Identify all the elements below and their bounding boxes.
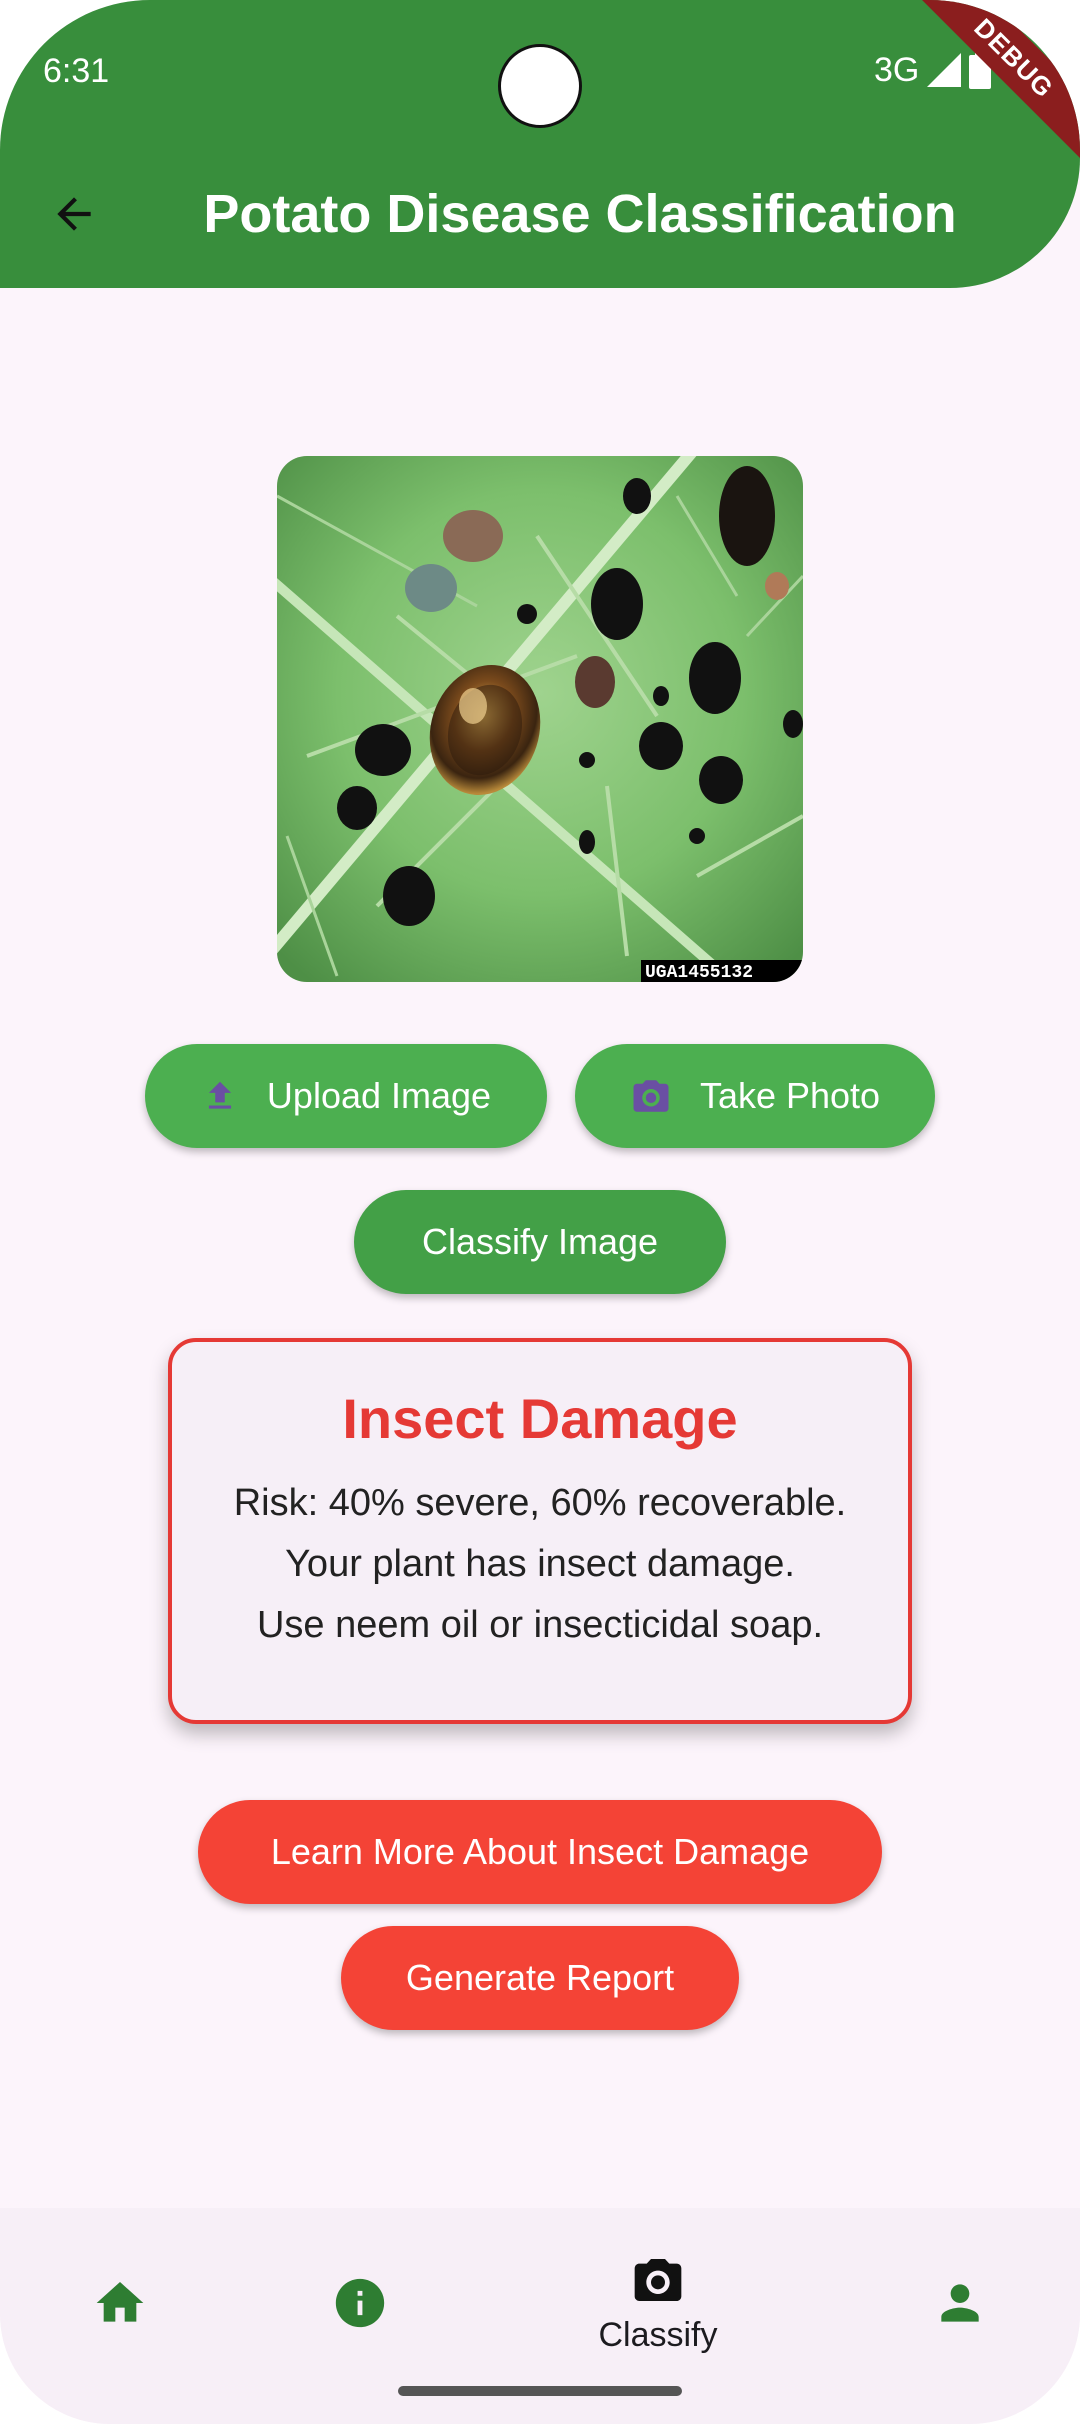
network-type: 3G bbox=[874, 50, 920, 89]
classify-image-button[interactable]: Classify Image bbox=[354, 1190, 726, 1294]
upload-image-button[interactable]: Upload Image bbox=[145, 1044, 547, 1148]
result-treatment: Use neem oil or insecticidal soap. bbox=[256, 1604, 824, 1646]
nav-classify-label: Classify bbox=[598, 2315, 718, 2354]
learn-more-label: Learn More About Insect Damage bbox=[270, 1831, 810, 1872]
nav-info[interactable] bbox=[260, 2208, 460, 2398]
gesture-navigation-bar[interactable] bbox=[398, 2386, 682, 2396]
person-icon bbox=[941, 2284, 979, 2322]
home-icon bbox=[96, 2282, 144, 2322]
result-title: Insect Damage bbox=[342, 1387, 738, 1450]
upload-label: Upload Image bbox=[266, 1075, 492, 1116]
page-title: Potato Disease Classification bbox=[203, 184, 957, 244]
nav-home[interactable] bbox=[20, 2208, 220, 2398]
camera-icon bbox=[634, 2258, 682, 2301]
camera-icon bbox=[633, 1080, 669, 1112]
result-card: Insect Damage Risk: 40% severe, 60% reco… bbox=[168, 1338, 912, 1724]
take-photo-button[interactable]: Take Photo bbox=[575, 1044, 935, 1148]
classify-label: Classify Image bbox=[421, 1221, 659, 1262]
app-bar: 6:31 3G Potato Disease Classification bbox=[0, 0, 1080, 288]
learn-more-button[interactable]: Learn More About Insect Damage bbox=[198, 1800, 882, 1904]
selected-leaf-image: UGA1455132 bbox=[277, 456, 803, 982]
take-photo-label: Take Photo bbox=[699, 1075, 881, 1116]
image-watermark: UGA1455132 bbox=[645, 963, 753, 982]
phone-screen: 6:31 3G Potato Disease Classification DE… bbox=[0, 0, 1080, 2424]
result-risk: Risk: 40% severe, 60% recoverable. bbox=[233, 1482, 847, 1524]
back-button[interactable] bbox=[40, 180, 108, 248]
arrow-back-icon bbox=[57, 197, 91, 231]
result-diagnosis: Your plant has insect damage. bbox=[285, 1543, 795, 1585]
nav-profile[interactable] bbox=[860, 2208, 1060, 2398]
camera-cutout bbox=[498, 44, 582, 128]
signal-icon bbox=[927, 53, 962, 87]
generate-report-button[interactable]: Generate Report bbox=[341, 1926, 739, 2030]
nav-classify[interactable]: Classify bbox=[558, 2208, 758, 2398]
generate-report-label: Generate Report bbox=[405, 1957, 675, 1998]
result-description: Risk: 40% severe, 60% recoverable. Your … bbox=[172, 1473, 908, 1656]
upload-icon bbox=[208, 1081, 232, 1109]
status-icons: 3G bbox=[874, 50, 992, 90]
status-time: 6:31 bbox=[43, 52, 110, 90]
info-icon bbox=[335, 2278, 385, 2328]
